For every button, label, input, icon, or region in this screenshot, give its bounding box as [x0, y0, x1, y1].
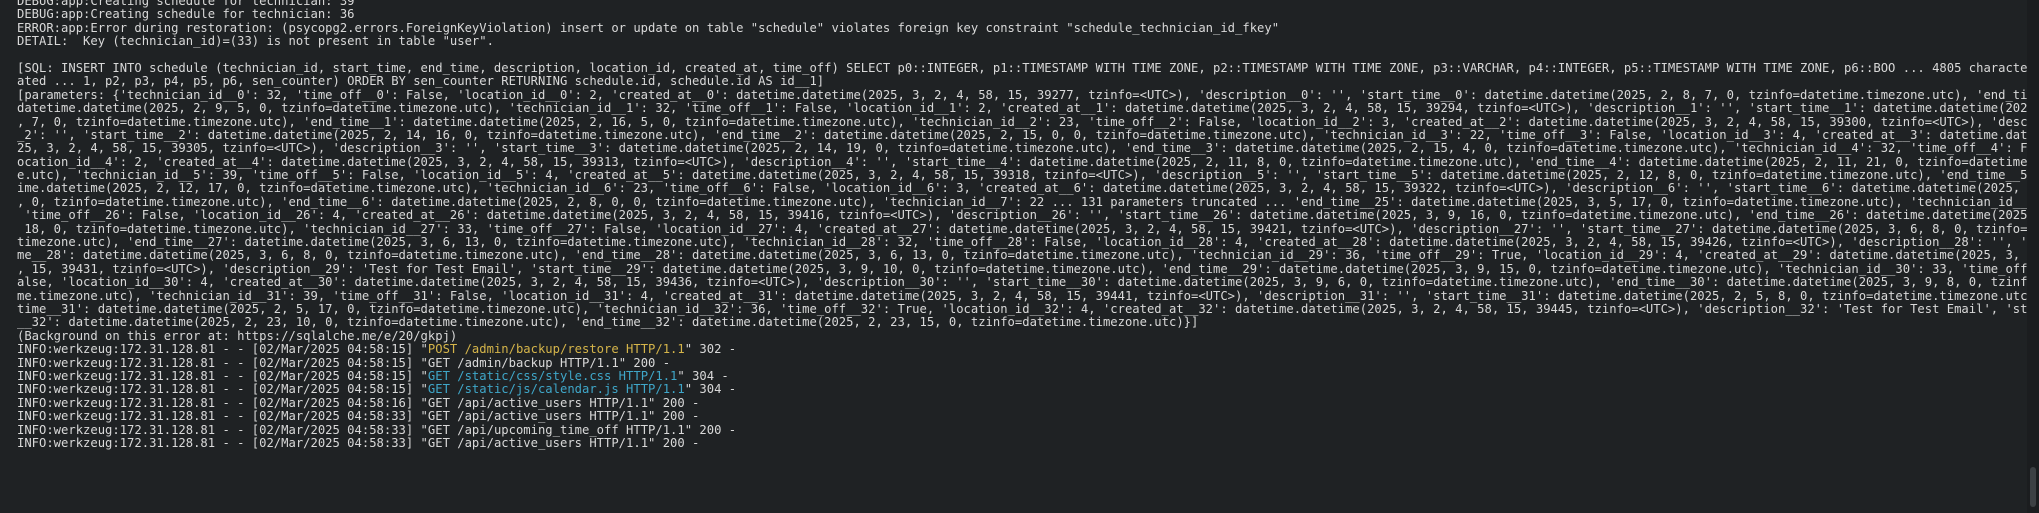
log-line: DEBUG:app:Creating schedule for technici…: [17, 0, 355, 8]
request-log-line: INFO:werkzeug:172.31.128.81 - - [02/Mar/…: [17, 370, 2027, 383]
parameters-line: [parameters: {'technician_id__0': 32, 't…: [17, 88, 2027, 102]
parameters-line: timezone.utc), 'end_time__27': datetime.…: [17, 236, 2027, 250]
parameters-line: me__28': datetime.datetime(2025, 3, 6, 8…: [17, 249, 2027, 263]
request-log-line: INFO:werkzeug:172.31.128.81 - - [02/Mar/…: [17, 410, 2027, 423]
request-log-prefix: INFO:werkzeug:172.31.128.81 - - [02/Mar/…: [17, 423, 428, 437]
request-log-suffix: " 200 -: [618, 356, 671, 370]
parameters-line: __32': datetime.datetime(2025, 2, 23, 10…: [17, 316, 1199, 330]
request-log-suffix: " 200 -: [648, 436, 700, 450]
request-text-static: GET /static/js/calendar.js HTTP/1.1: [427, 383, 685, 397]
request-log-suffix: " 304 -: [684, 383, 737, 397]
error-log-line: ERROR:app:Error during restoration: (psy…: [17, 21, 1280, 35]
sql-error-block: [SQL: INSERT INTO schedule (technician_i…: [17, 62, 2027, 343]
request-text: GET /api/active_users HTTP/1.1: [427, 410, 649, 424]
request-log-suffix: " 200 -: [648, 410, 700, 424]
background-info-line: (Background on this error at: https://sq…: [17, 329, 458, 343]
request-text-static: GET /static/css/style.css HTTP/1.1: [427, 369, 678, 383]
request-log-prefix: INFO:werkzeug:172.31.128.81 - - [02/Mar/…: [17, 396, 428, 410]
request-text: GET /api/active_users HTTP/1.1: [427, 396, 649, 410]
request-log-prefix: INFO:werkzeug:172.31.128.81 - - [02/Mar/…: [17, 383, 428, 397]
request-text-post: POST /admin/backup/restore HTTP/1.1: [427, 343, 685, 357]
parameters-line: datetime.datetime(2025, 2, 9, 5, 0, tzin…: [17, 102, 2027, 116]
request-log-suffix: " 200 -: [684, 423, 737, 437]
request-log-prefix: INFO:werkzeug:172.31.128.81 - - [02/Mar/…: [17, 410, 428, 424]
request-log-prefix: INFO:werkzeug:172.31.128.81 - - [02/Mar/…: [17, 343, 428, 357]
request-log-line: INFO:werkzeug:172.31.128.81 - - [02/Mar/…: [17, 424, 2027, 437]
parameters-line: ime.datetime(2025, 2, 12, 17, 0, tzinfo=…: [17, 182, 2027, 196]
request-log-suffix: " 200 -: [648, 396, 700, 410]
parameters-line: alse, 'location_id__30': 4, 'created_at_…: [17, 276, 2027, 290]
request-log-line: INFO:werkzeug:172.31.128.81 - - [02/Mar/…: [17, 397, 2027, 410]
scrollbar-thumb[interactable]: [2030, 467, 2036, 507]
request-log-block: INFO:werkzeug:172.31.128.81 - - [02/Mar/…: [17, 343, 2027, 450]
request-log-prefix: INFO:werkzeug:172.31.128.81 - - [02/Mar/…: [17, 356, 428, 370]
parameters-line: ocation_id__4': 2, 'created_at__4': date…: [17, 155, 2027, 169]
request-log-line: INFO:werkzeug:172.31.128.81 - - [02/Mar/…: [17, 343, 2027, 356]
request-text: GET /admin/backup HTTP/1.1: [427, 356, 619, 370]
vertical-scrollbar[interactable]: [2027, 0, 2039, 513]
parameters-line: _2': '', 'start_time__2': datetime.datet…: [17, 128, 2027, 142]
parameters-line: time__31': datetime.datetime(2025, 2, 5,…: [17, 302, 2027, 316]
request-text: GET /api/upcoming_time_off HTTP/1.1: [427, 423, 685, 437]
log-content: DEBUG:app:Creating schedule for technici…: [17, 0, 2027, 450]
console-output[interactable]: DEBUG:app:Creating schedule for technici…: [0, 0, 2039, 513]
log-line: DEBUG:app:Creating schedule for technici…: [17, 8, 355, 22]
request-log-suffix: " 304 -: [677, 369, 729, 383]
request-log-line: INFO:werkzeug:172.31.128.81 - - [02/Mar/…: [17, 383, 2027, 396]
parameters-line: , 0, tzinfo=datetime.timezone.utc), 'end…: [17, 195, 2027, 209]
request-log-line: INFO:werkzeug:172.31.128.81 - - [02/Mar/…: [17, 357, 2027, 370]
detail-log-line: DETAIL: Key (technician_id)=(33) is not …: [17, 35, 494, 49]
request-text: GET /api/active_users HTTP/1.1: [427, 436, 649, 450]
request-log-prefix: INFO:werkzeug:172.31.128.81 - - [02/Mar/…: [17, 436, 428, 450]
sql-line: [SQL: INSERT INTO schedule (technician_i…: [17, 61, 2027, 75]
request-log-prefix: INFO:werkzeug:172.31.128.81 - - [02/Mar/…: [17, 369, 428, 383]
parameters-line: , 7, 0, tzinfo=datetime.timezone.utc), '…: [17, 115, 2027, 129]
parameters-line: 'time_off__26': False, 'location_id__26'…: [17, 209, 2027, 223]
request-log-suffix: " 302 -: [684, 343, 737, 357]
parameters-line: 25, 3, 2, 4, 58, 15, 39305, tzinfo=<UTC>…: [17, 142, 2027, 156]
parameters-line: me.timezone.utc), 'technician_id__31': 3…: [17, 289, 2027, 303]
request-log-line: INFO:werkzeug:172.31.128.81 - - [02/Mar/…: [17, 437, 2027, 450]
parameters-line: 18, 0, tzinfo=datetime.timezone.utc), 't…: [17, 222, 2027, 236]
sql-line: ated ... 1, p2, p3, p4, p5, p6, sen_coun…: [17, 75, 825, 89]
parameters-line: e.utc), 'technician_id__5': 39, 'time_of…: [17, 169, 2027, 183]
header-log-block: DEBUG:app:Creating schedule for technici…: [17, 0, 2027, 49]
parameters-line: , 15, 39431, tzinfo=<UTC>), 'description…: [17, 262, 2027, 276]
